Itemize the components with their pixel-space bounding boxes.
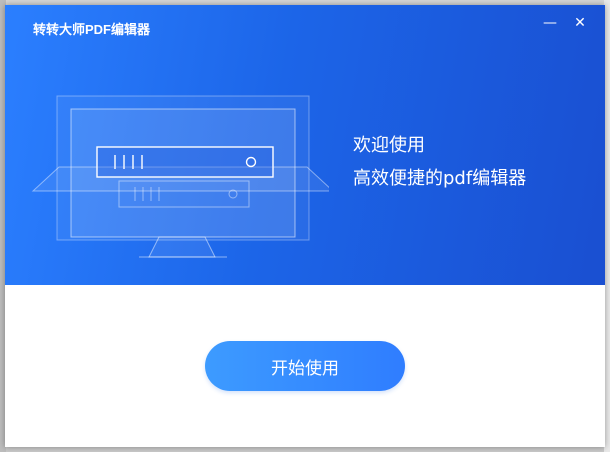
window-title: 转转大师PDF编辑器: [33, 22, 151, 37]
minimize-icon: —: [543, 15, 557, 31]
welcome-line-1: 欢迎使用: [353, 135, 425, 156]
hero-banner: 转转大师PDF编辑器 — ✕ 欢迎使用 高效便捷的pdf编辑器: [5, 5, 605, 285]
welcome-dialog: 转转大师PDF编辑器 — ✕ 欢迎使用 高效便捷的pdf编辑器 开始使用: [5, 5, 605, 447]
start-button[interactable]: 开始使用: [205, 341, 405, 391]
close-button[interactable]: ✕: [571, 14, 589, 32]
welcome-line-2: 高效便捷的pdf编辑器: [353, 168, 527, 189]
monitor-server-illustration: [31, 95, 329, 258]
close-icon: ✕: [574, 15, 586, 31]
minimize-button[interactable]: —: [541, 14, 559, 32]
welcome-text: 欢迎使用 高效便捷的pdf编辑器: [353, 129, 526, 195]
monitor-stand: [148, 236, 216, 258]
